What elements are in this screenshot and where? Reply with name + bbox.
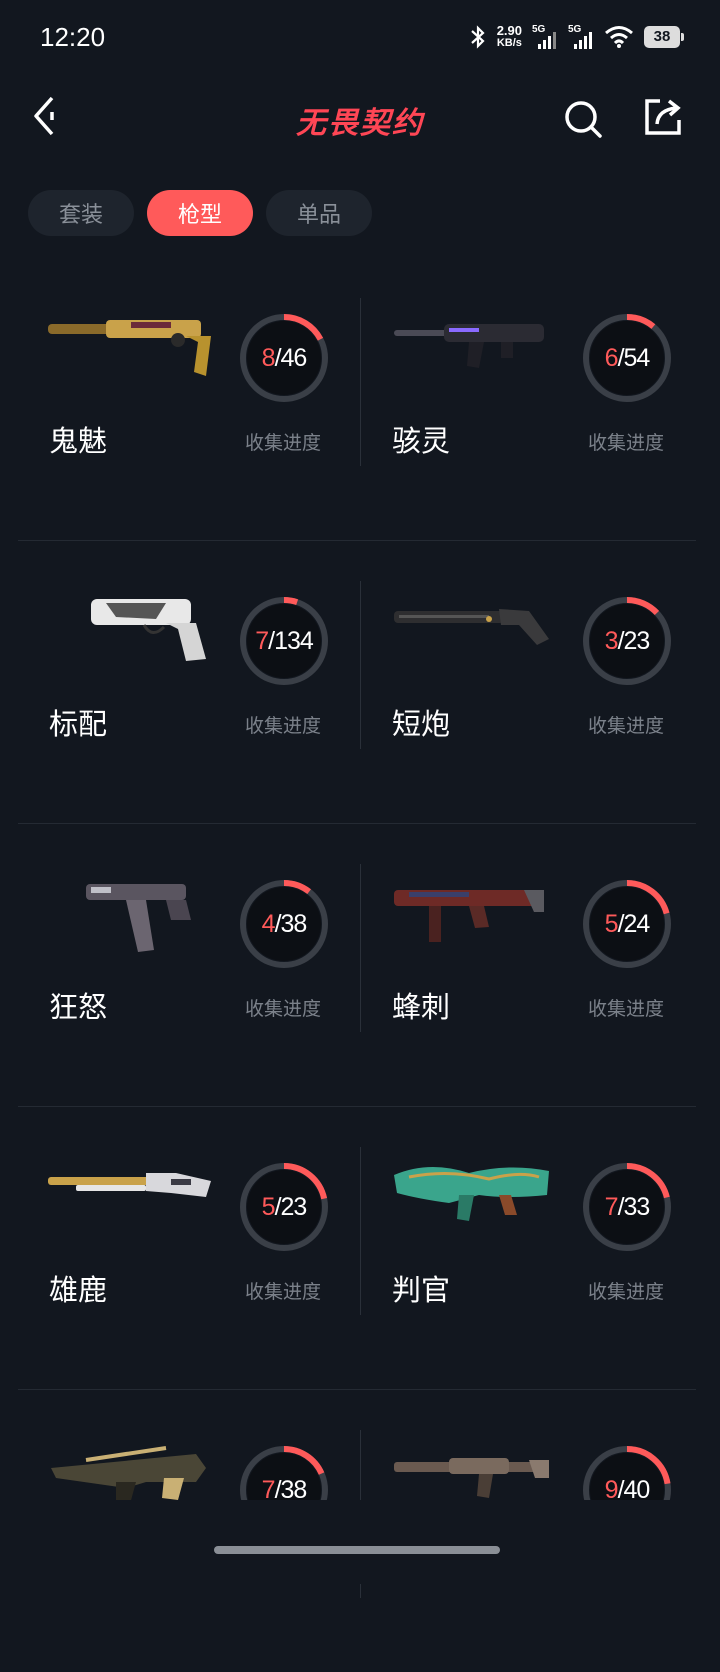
total-count: 46 (280, 343, 308, 372)
progress-count: 3/23 (604, 626, 651, 655)
collected-count: 7 (255, 626, 269, 655)
battery-icon: 38 (644, 26, 684, 48)
weapon-name: 判官 (392, 1273, 451, 1307)
weapon-image-bucky (48, 1173, 211, 1197)
collected-count: 7 (604, 1192, 619, 1221)
status-bar: 12:20 2.90 KB/s 5G 5G 38 (0, 0, 720, 80)
weapon-card[interactable]: 5/24 蜂刺 收集进度 (361, 824, 700, 1106)
bottom-mask (0, 1500, 720, 1584)
progress-count: 7/134 (255, 626, 314, 655)
collected-count: 4 (261, 909, 276, 938)
tab-outfits[interactable]: 套装 (28, 190, 134, 236)
share-icon (645, 99, 681, 135)
search-icon (565, 101, 602, 138)
collected-count: 3 (604, 626, 619, 655)
status-icons: 2.90 KB/s 5G 5G 38 (469, 23, 684, 50)
progress-ring: 7/134 (238, 595, 330, 687)
weapon-image-spectre (394, 324, 544, 368)
total-count: 33 (623, 1192, 651, 1221)
tab-weapon-types[interactable]: 枪型 (147, 190, 253, 236)
progress-count: 7/33 (604, 1192, 651, 1221)
weapon-image-stinger (394, 890, 544, 942)
weapon-card[interactable]: 6/54 骇灵 收集进度 (361, 258, 700, 540)
total-count: 54 (623, 343, 651, 372)
progress-label: 收集进度 (245, 998, 322, 1020)
weapon-name: 鬼魅 (49, 424, 108, 458)
weapon-grid: 8/46 鬼魅 收集进度 6/54 骇灵 收集进度 7 / 134 标配 收集进… (18, 258, 696, 1672)
progress-count: 5/24 (604, 909, 651, 938)
search-button[interactable] (562, 98, 604, 140)
weapon-card[interactable]: 7/33 判官 收集进度 (361, 1107, 700, 1389)
weapon-card[interactable]: 7/134 标配 收集进度 (18, 541, 357, 823)
collected-count: 5 (261, 1192, 276, 1221)
weapon-name: 标配 (49, 707, 108, 741)
progress-ring: 8/46 (238, 312, 330, 404)
progress-count: 4/38 (261, 909, 308, 938)
weapon-name: 短炮 (392, 707, 451, 741)
weapon-card[interactable]: 5/23 雄鹿 收集进度 (18, 1107, 357, 1389)
weapon-image-frenzy (86, 884, 191, 952)
weapon-image-judge (394, 1166, 549, 1221)
weapon-name: 骇灵 (392, 424, 451, 458)
progress-label: 收集进度 (245, 715, 322, 737)
progress-ring: 7/33 (581, 1161, 673, 1253)
weapon-name: 狂怒 (49, 990, 108, 1024)
progress-ring: 4/38 (238, 878, 330, 970)
progress-label: 收集进度 (588, 432, 665, 454)
collected-count: 6 (604, 343, 619, 372)
weapon-card[interactable]: 3/23 短炮 收集进度 (361, 541, 700, 823)
total-count: 23 (623, 626, 651, 655)
signal-icon-1: 5G (532, 24, 558, 50)
weapon-image-shorty (394, 609, 549, 645)
app-header: 无畏契约 (0, 80, 720, 160)
progress-count: 6/54 (604, 343, 651, 372)
grid-row: 4/38 狂怒 收集进度 5/24 蜂刺 收集进度 (18, 824, 696, 1107)
progress-label: 收集进度 (588, 998, 665, 1020)
collected-count: 5 (604, 909, 619, 938)
progress-ring: 5/23 (238, 1161, 330, 1253)
app-title: 无畏契约 (296, 106, 424, 141)
collected-count: 8 (261, 343, 276, 372)
total-count: 23 (280, 1192, 308, 1221)
category-tabs: 套装 枪型 单品 (28, 190, 372, 236)
grid-row: 8/46 鬼魅 收集进度 6/54 骇灵 收集进度 (18, 258, 696, 541)
share-button[interactable] (642, 96, 684, 138)
progress-label: 收集进度 (588, 715, 665, 737)
total-count: 38 (280, 909, 308, 938)
progress-ring: 3/23 (581, 595, 673, 687)
signal-icon-2: 5G (568, 24, 594, 50)
network-speed: 2.90 KB/s (496, 23, 522, 49)
tab-single-items[interactable]: 单品 (266, 190, 372, 236)
progress-label: 收集进度 (245, 1281, 322, 1303)
weapon-card[interactable]: 4/38 狂怒 收集进度 (18, 824, 357, 1106)
status-time: 12:20 (40, 22, 106, 52)
weapon-name: 雄鹿 (49, 1273, 108, 1307)
total-count: 134 (274, 626, 314, 655)
net-speed-unit: KB/s (496, 37, 522, 49)
weapon-image-classic (91, 599, 206, 661)
grid-row: 7/134 标配 收集进度 3/23 短炮 收集进度 (18, 541, 696, 824)
net-speed-value: 2.90 (496, 23, 522, 38)
home-indicator[interactable] (214, 1546, 500, 1554)
grid-row: 5/23 雄鹿 收集进度 7/33 判官 收集进度 (18, 1107, 696, 1390)
progress-ring: 6/54 (581, 312, 673, 404)
progress-label: 收集进度 (588, 1281, 665, 1303)
bluetooth-icon (470, 25, 485, 49)
weapon-image-ghost (48, 320, 211, 376)
total-count: 24 (623, 909, 651, 938)
weapon-name: 蜂刺 (392, 990, 451, 1024)
progress-label: 收集进度 (245, 432, 322, 454)
weapon-card[interactable]: 8/46 鬼魅 收集进度 (18, 258, 357, 540)
progress-count: 8/46 (261, 343, 308, 372)
wifi-icon (605, 26, 633, 48)
progress-ring: 5/24 (581, 878, 673, 970)
progress-count: 5/23 (261, 1192, 308, 1221)
